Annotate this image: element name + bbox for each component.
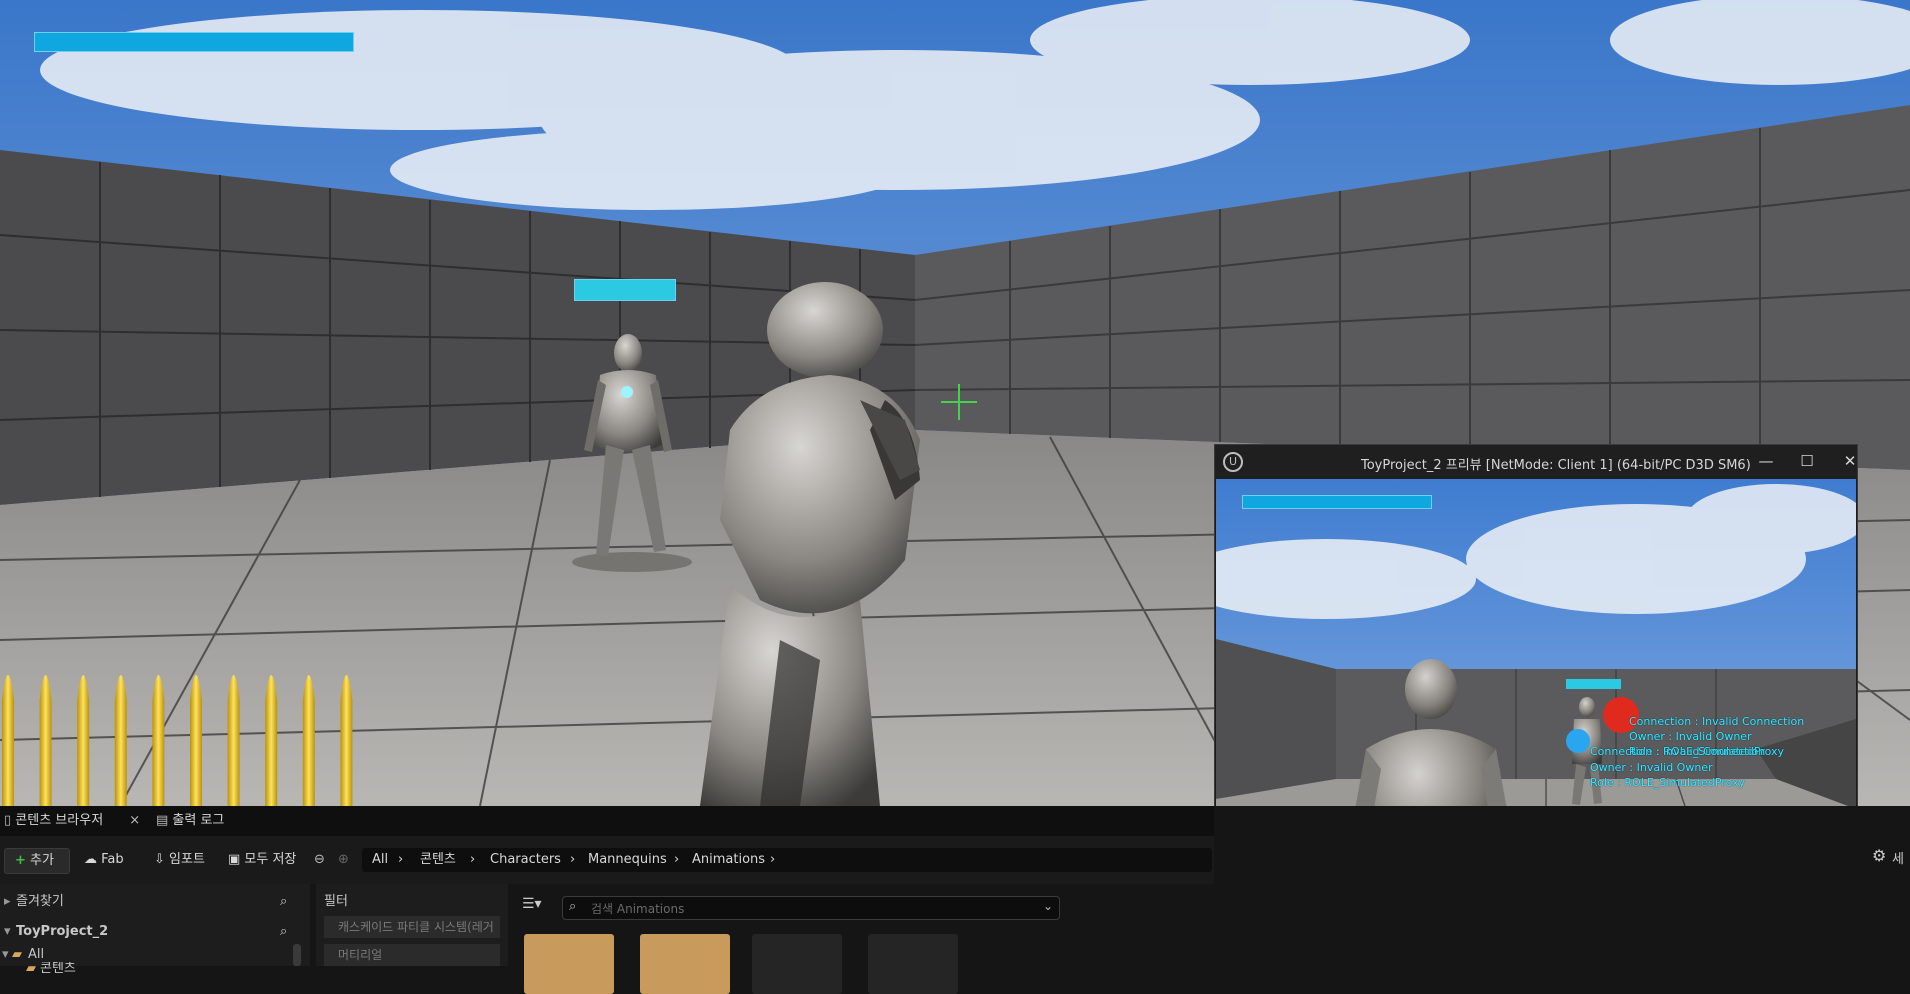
debug-owner-1: Owner : Invalid Owner [1629, 730, 1752, 743]
settings-label: 세 [1892, 852, 1904, 867]
details-panel-edge: ⚙ 세 [1858, 806, 1910, 966]
close-button[interactable]: ✕ [1835, 449, 1865, 473]
tree-item-content[interactable]: ▰ 콘텐츠 [0, 962, 300, 976]
player-health-bar [34, 32, 354, 52]
gear-icon[interactable]: ⚙ [1872, 846, 1886, 865]
import-icon: ⇩ [154, 852, 170, 867]
animation-thumbnail[interactable] [868, 934, 958, 994]
debug-role-2: Role : ROLE_SimulatedProxy [1590, 776, 1745, 789]
forward-button[interactable]: ⊕ [338, 848, 349, 872]
breadcrumb-mannequins[interactable]: Mannequins [588, 848, 667, 872]
animation-thumbnail[interactable] [752, 934, 842, 994]
filter-header: 필터 [324, 894, 348, 909]
filter-item-cascade[interactable]: 캐스케이드 파티클 시스템(레거 [324, 916, 500, 938]
content-browser-toolbar: + 추가 ☁ Fab ⇩ 임포트 ▣ 모두 저장 ⊖ ⊕ All › 콘텐츠 ›… [0, 836, 1214, 884]
add-button[interactable]: + 추가 [4, 848, 70, 874]
chevron-right-icon: › [470, 852, 476, 867]
chevron-down-icon[interactable]: ⌄ [1043, 899, 1053, 913]
breadcrumb-animations[interactable]: Animations [692, 848, 765, 872]
chevron-right-icon: › [770, 852, 776, 867]
minimize-button[interactable]: — [1751, 449, 1781, 473]
bullet-icon [227, 675, 240, 806]
filter-icon[interactable]: ☰▾ [522, 896, 542, 912]
bullet-icon [302, 675, 315, 806]
chevron-right-icon: › [398, 852, 404, 867]
breadcrumb-characters[interactable]: Characters [490, 848, 561, 872]
folder-icon: ▰ [26, 962, 36, 976]
bullet-icon [152, 675, 165, 806]
debug-connection-1: Connection : Invalid Connection [1629, 715, 1805, 728]
chevron-right-icon: › [570, 852, 576, 867]
breadcrumb-content[interactable]: 콘텐츠 [420, 848, 456, 872]
back-button[interactable]: ⊖ [314, 848, 325, 872]
bullet-icon [2, 675, 14, 806]
project-section[interactable]: ▾ ToyProject_2 ⌕ [0, 918, 300, 946]
bullet-icon [265, 675, 278, 806]
sidebar-scrollbar[interactable] [293, 944, 301, 966]
folder-thumbnail[interactable] [524, 934, 614, 994]
search-icon[interactable]: ⌕ [280, 888, 287, 916]
filter-pane: 필터 캐스케이드 파티클 시스템(레거 머티리얼 [316, 884, 508, 966]
sources-sidebar: ▸ 즐겨찾기 ⌕ ▾ ToyProject_2 ⌕ ▾ ▰ All ▰ 콘텐츠 [0, 884, 310, 976]
plus-icon: + [15, 853, 26, 868]
bullet-icon [77, 675, 90, 806]
fab-icon: ☁ [84, 852, 102, 867]
log-icon: ▤ [156, 813, 173, 828]
maximize-button[interactable]: ☐ [1792, 449, 1822, 473]
chevron-right-icon: › [674, 852, 680, 867]
breadcrumb-all[interactable]: All [372, 848, 388, 872]
save-icon: ▣ [228, 852, 245, 867]
asset-view: ☰▾ ⌕ ⌄ [512, 884, 1214, 994]
preview-health-bar [1242, 495, 1432, 509]
fab-button[interactable]: ☁ Fab [84, 848, 124, 872]
panel-tabs: ▯ 콘텐츠 브라우저 × ▤ 출력 로그 [0, 806, 1214, 836]
folder-icon: ▯ [4, 813, 16, 828]
crosshair-icon [941, 384, 977, 420]
tab-content-browser[interactable]: ▯ 콘텐츠 브라우저 × [4, 806, 140, 836]
folder-thumbnail[interactable] [640, 934, 730, 994]
save-all-button[interactable]: ▣ 모두 저장 [228, 848, 296, 872]
unreal-logo-icon: U [1223, 452, 1243, 472]
search-icon[interactable]: ⌕ [280, 918, 287, 946]
favorites-section[interactable]: ▸ 즐겨찾기 ⌕ [0, 888, 300, 916]
asset-search-input[interactable] [589, 899, 1033, 919]
bullet-icon [340, 675, 353, 806]
breadcrumb: All › 콘텐츠 › Characters › Mannequins › An… [362, 848, 1212, 872]
content-browser-panel: ▯ 콘텐츠 브라우저 × ▤ 출력 로그 + 추가 ☁ Fab ⇩ 임포트 ▣ … [0, 806, 1910, 994]
tab-close-icon[interactable]: × [129, 813, 140, 828]
search-icon: ⌕ [569, 899, 577, 914]
bullet-icon [39, 675, 52, 806]
enemy-health-bar [574, 279, 676, 301]
asset-search[interactable]: ⌕ ⌄ [562, 896, 1060, 920]
preview-titlebar[interactable]: U ToyProject_2 프리뷰 [NetMode: Client 1] (… [1215, 445, 1857, 479]
chevron-right-icon: ▸ [4, 894, 11, 909]
tab-output-log[interactable]: ▤ 출력 로그 [156, 806, 224, 836]
chevron-down-icon: ▾ [4, 924, 11, 939]
debug-owner-2: Owner : Invalid Owner [1590, 761, 1713, 774]
bullet-icon [114, 675, 127, 806]
preview-title: ToyProject_2 프리뷰 [NetMode: Client 1] (64… [1361, 458, 1751, 473]
bullet-icon [190, 675, 202, 806]
filter-item-material[interactable]: 머티리얼 [324, 944, 500, 966]
debug-connection-2: Connection : Invalid Connection [1590, 745, 1766, 758]
import-button[interactable]: ⇩ 임포트 [154, 848, 205, 872]
